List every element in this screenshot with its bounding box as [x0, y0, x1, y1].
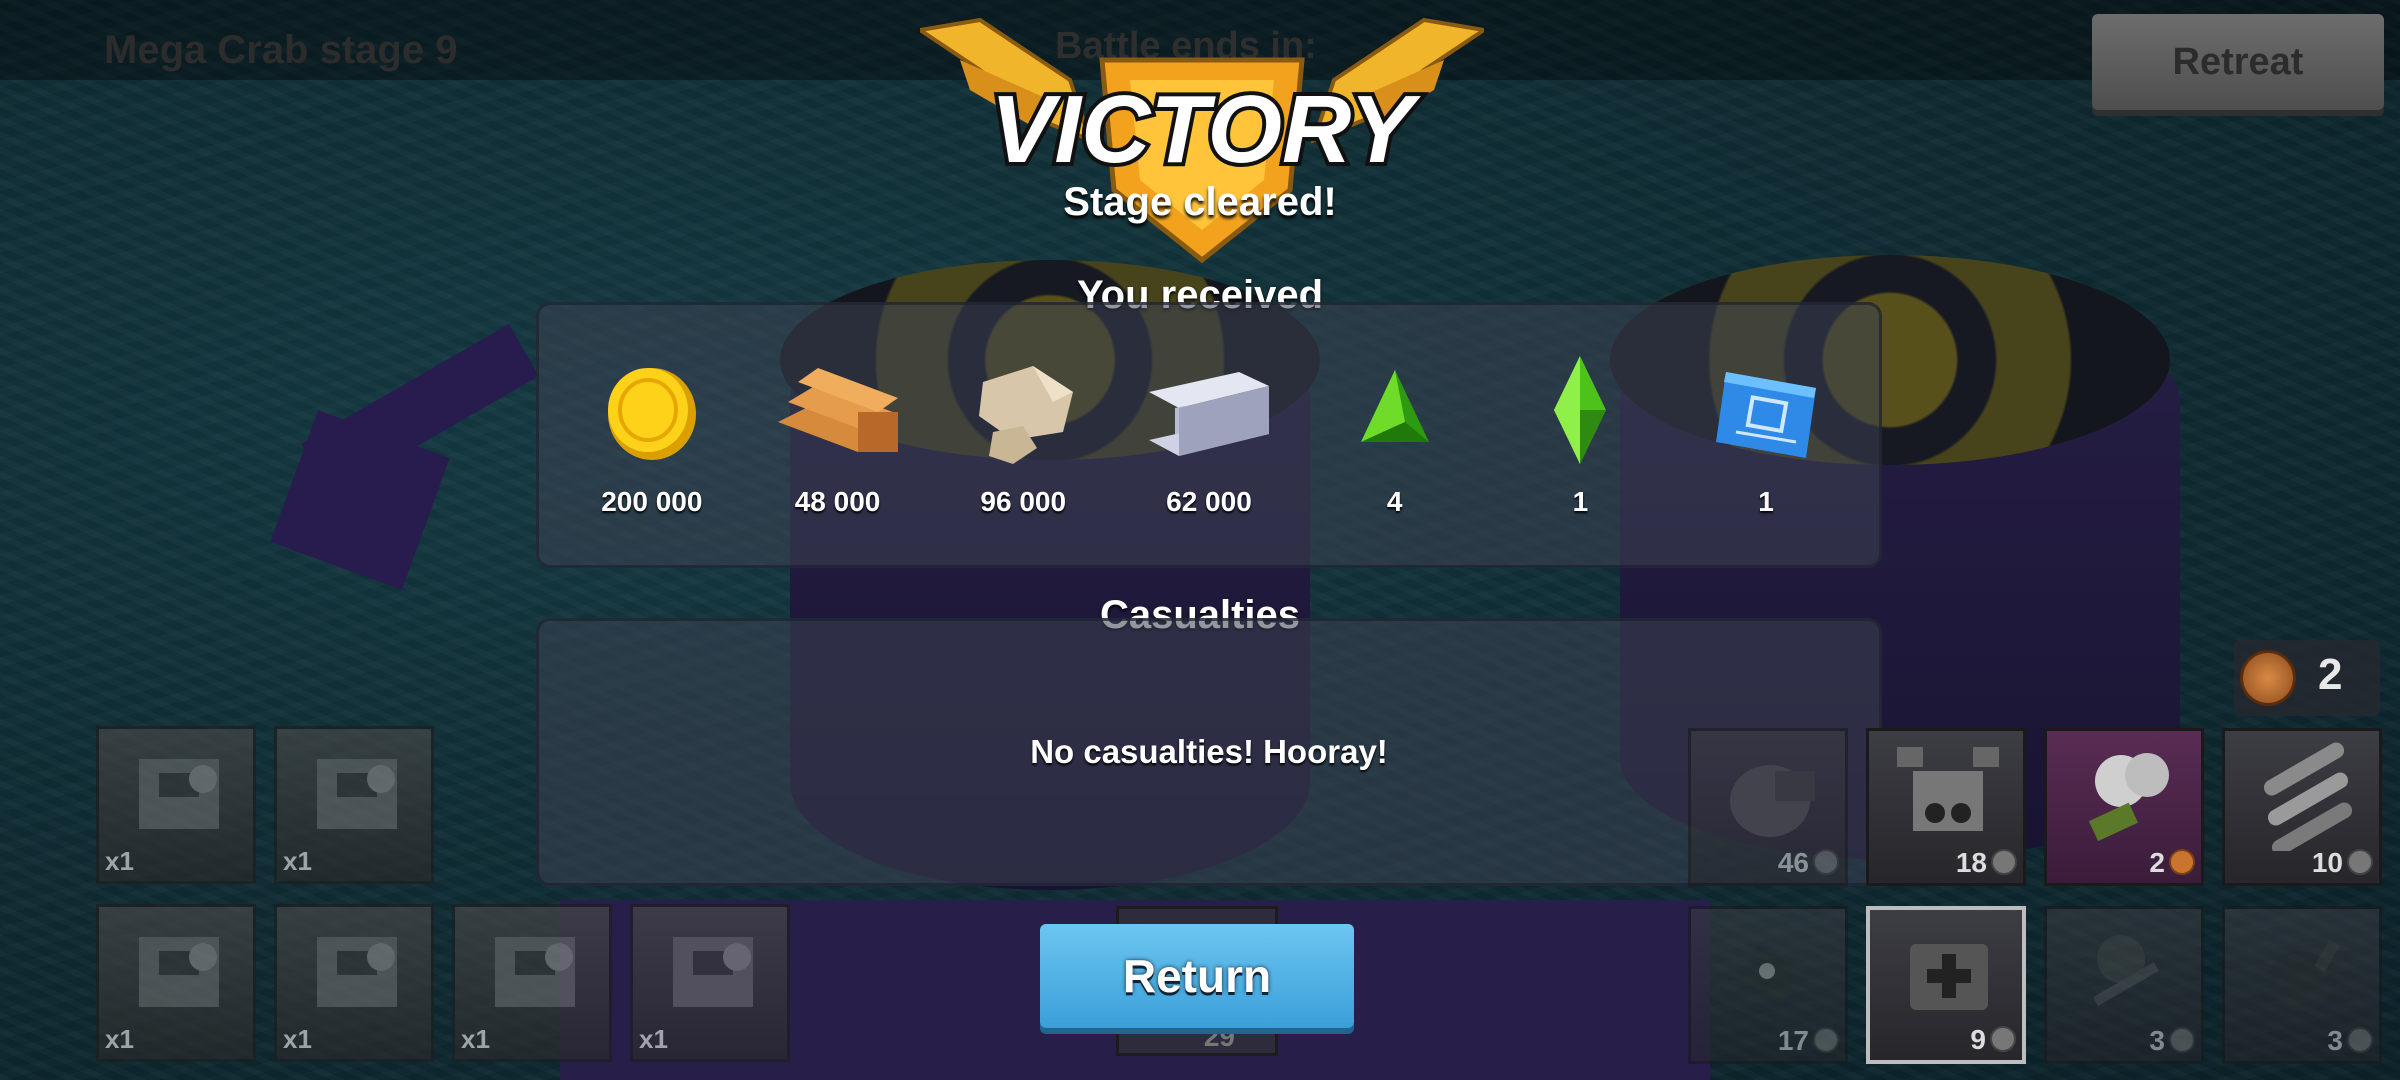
ability-bomb[interactable]: 3 — [2222, 906, 2382, 1064]
stage-cleared-subtitle: Stage cleared! — [1063, 180, 1337, 224]
victory-badge: VICTORY — [920, 17, 1484, 264]
ability-count: 17 — [1777, 1025, 1809, 1056]
gold-coin-icon — [607, 368, 696, 460]
ability-count: 3 — [2327, 1025, 2343, 1056]
reward-stone-value: 96 000 — [980, 486, 1067, 517]
reward-triangle-crystal: 4 — [1310, 352, 1480, 518]
medal-count: 2 — [2318, 650, 2343, 699]
casualties-message: No casualties! Hooray! — [1030, 733, 1388, 770]
robot-unit-icon — [673, 937, 753, 1007]
unit-count: x1 — [639, 1024, 668, 1054]
mortar-icon — [1730, 765, 1815, 837]
unit-card: x1 — [274, 904, 434, 1062]
medal-icon — [2240, 650, 2296, 706]
reward-diamond-crystal: 1 — [1495, 352, 1665, 518]
reward-diamond-crystal-value: 1 — [1572, 486, 1589, 517]
ability-missiles[interactable]: 10 — [2222, 728, 2382, 886]
missiles-icon — [2263, 742, 2353, 851]
reward-gold: 200 000 — [567, 352, 737, 518]
robot-unit-icon — [139, 759, 219, 829]
smoke-tank-icon — [2088, 753, 2169, 842]
robot-unit-icon — [139, 937, 219, 1007]
unit-count: x1 — [283, 1024, 312, 1054]
unit-count: x1 — [105, 1024, 134, 1054]
victory-title: VICTORY — [990, 76, 1421, 183]
silver-medal-icon — [2169, 1027, 2195, 1053]
retreat-button[interactable]: Retreat — [2092, 14, 2384, 110]
reward-blueprint: 1 — [1681, 352, 1851, 518]
robot-unit-icon — [317, 937, 397, 1007]
silver-medal-icon — [2347, 1027, 2373, 1053]
reward-blueprint-value: 1 — [1758, 486, 1774, 517]
robot-unit-icon — [317, 759, 397, 829]
reward-wood: 48 000 — [753, 352, 923, 518]
return-button[interactable]: Return — [1040, 924, 1354, 1028]
unit-card: x1 — [630, 904, 790, 1062]
casualties-panel: No casualties! Hooray! — [536, 618, 1882, 886]
ability-count: 2 — [2149, 847, 2165, 878]
iron-beam-icon — [1148, 372, 1269, 456]
ability-flare[interactable]: 17 — [1688, 906, 1848, 1064]
medkit-icon — [1910, 944, 1988, 1010]
unit-count: x1 — [105, 846, 134, 876]
flare-icon — [1738, 945, 1802, 1005]
green-triangle-crystal-icon — [1360, 370, 1429, 442]
stone-icon — [979, 366, 1074, 464]
ability-mortar[interactable]: 46 — [1688, 728, 1848, 886]
unit-card: x1 — [96, 904, 256, 1062]
bronze-medal-icon — [2169, 849, 2195, 875]
ability-robot-squad[interactable]: 18 — [1866, 728, 2026, 886]
rewards-panel: 200 000 48 000 96 000 62 000 4 1 1 — [536, 302, 1882, 568]
reward-stone: 96 000 — [938, 352, 1108, 518]
robot-unit-icon — [495, 937, 575, 1007]
unit-card: x1 — [96, 726, 256, 884]
ability-smoke-tank[interactable]: 2 — [2044, 728, 2204, 886]
unit-card: x1 — [274, 726, 434, 884]
silver-medal-icon — [1991, 849, 2017, 875]
unit-card: x1 — [452, 904, 612, 1062]
ability-medkit[interactable]: 9 — [1866, 906, 2026, 1064]
ability-count: 18 — [1955, 847, 1987, 878]
artillery-icon — [2093, 935, 2159, 1006]
ability-count: 46 — [1777, 847, 1809, 878]
reward-wood-value: 48 000 — [794, 486, 881, 517]
ability-artillery[interactable]: 3 — [2044, 906, 2204, 1064]
silver-medal-icon — [1990, 1026, 2016, 1052]
ability-count: 3 — [2149, 1025, 2165, 1056]
silver-medal-icon — [1813, 1027, 1839, 1053]
reward-gold-value: 200 000 — [601, 486, 703, 517]
silver-medal-icon — [1813, 849, 1839, 875]
wood-planks-icon — [777, 368, 898, 452]
unit-count: x1 — [283, 846, 312, 876]
reward-iron-value: 62 000 — [1166, 486, 1252, 517]
silver-medal-icon — [2347, 849, 2373, 875]
ability-count: 9 — [1970, 1024, 1986, 1055]
reward-triangle-crystal-value: 4 — [1386, 486, 1403, 517]
reward-iron: 62 000 — [1124, 352, 1294, 518]
blueprint-icon — [1716, 372, 1817, 458]
stage-title: Mega Crab stage 9 — [104, 28, 458, 72]
green-diamond-crystal-icon — [1554, 356, 1607, 464]
unit-count: x1 — [461, 1024, 490, 1054]
bomb-icon — [2267, 940, 2340, 1011]
ability-count: 10 — [2311, 847, 2343, 878]
robot-squad-icon — [1897, 747, 1999, 831]
